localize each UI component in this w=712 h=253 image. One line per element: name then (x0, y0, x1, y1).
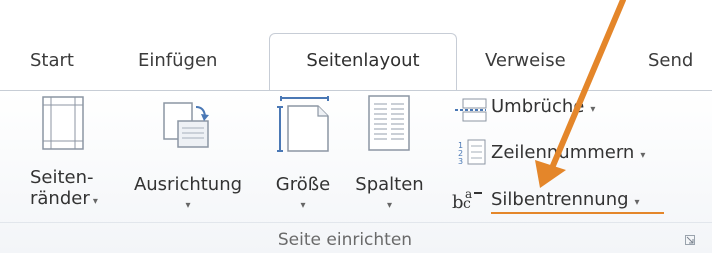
orange-arrow (535, 0, 626, 188)
